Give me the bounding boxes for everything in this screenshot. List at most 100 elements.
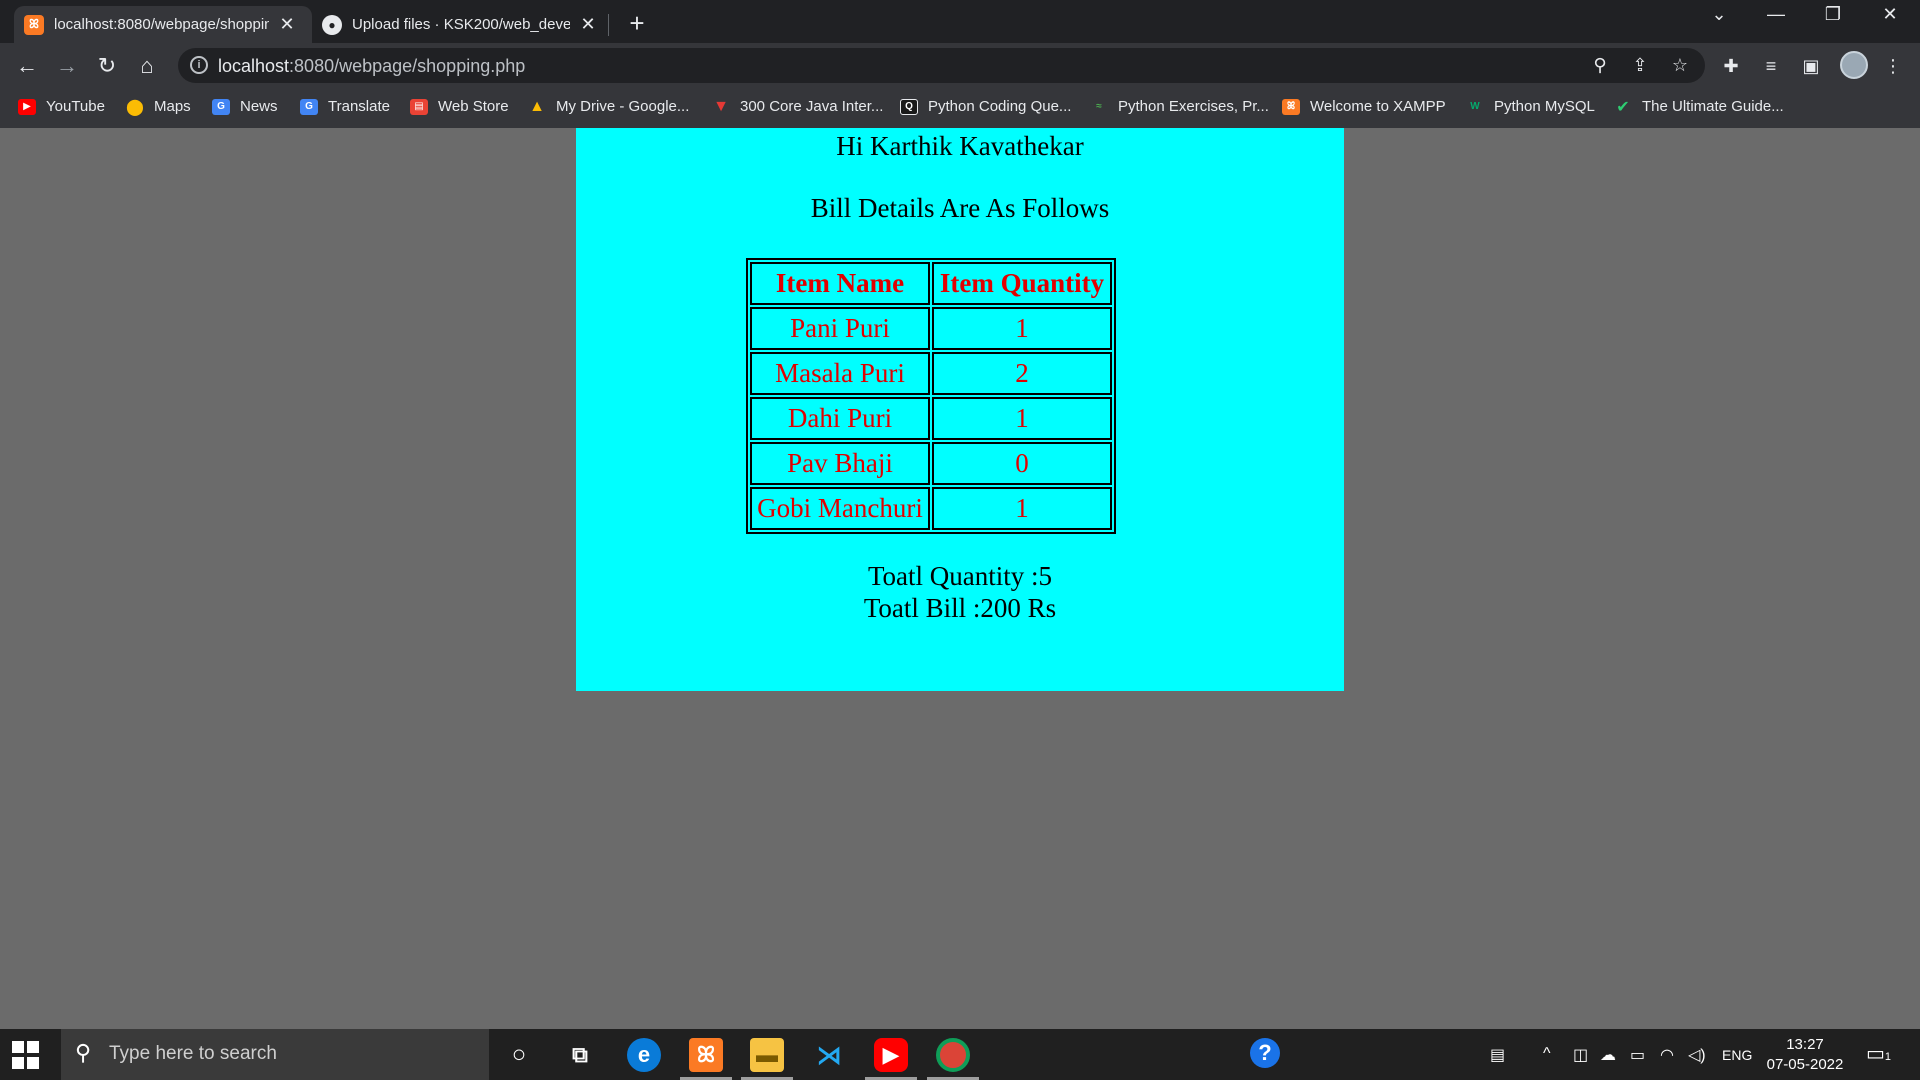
language-indicator[interactable]: ENG	[1722, 1047, 1752, 1063]
media-queue-icon[interactable]: ≡	[1758, 56, 1784, 77]
minimize-icon[interactable]: —	[1754, 4, 1798, 25]
w3schools-icon: W	[1470, 101, 1480, 112]
reload-icon[interactable]: ↻	[92, 51, 122, 81]
help-icon[interactable]: ?	[1250, 1038, 1280, 1068]
youtube-icon: ▶	[18, 98, 36, 115]
news-icon: G	[212, 98, 230, 115]
item-quantity-cell: 1	[932, 397, 1112, 440]
battery-icon[interactable]: ▭	[1630, 1045, 1645, 1065]
bookmark-label: Welcome to XAMPP	[1310, 98, 1446, 115]
bookmark-xampp[interactable]: ꕤ Welcome to XAMPP	[1282, 98, 1446, 115]
bookmark-java[interactable]: ▼ 300 Core Java Inter...	[712, 97, 884, 116]
bookmark-maps[interactable]: ⬤ Maps	[126, 98, 191, 116]
cortana-icon[interactable]: ○	[502, 1038, 536, 1072]
side-panel-icon[interactable]: ▣	[1798, 56, 1824, 77]
item-name-cell: Gobi Manchuri	[750, 487, 930, 530]
greeting-text: Hi Karthik Kavathekar	[836, 131, 1084, 161]
bookmark-star-icon[interactable]: ☆	[1668, 55, 1692, 76]
search-icon: ⚲	[75, 1040, 92, 1065]
profile-avatar[interactable]	[1840, 51, 1868, 79]
forward-icon[interactable]: →	[52, 51, 82, 81]
bookmark-news[interactable]: G News	[212, 98, 278, 115]
volume-icon[interactable]: ◁)	[1688, 1045, 1706, 1065]
close-tab-icon[interactable]: ✕	[578, 14, 598, 35]
youtube-app-icon[interactable]: ▶	[874, 1038, 908, 1072]
bookmark-label: 300 Core Java Inter...	[740, 98, 884, 115]
bookmark-webstore[interactable]: ▤ Web Store	[410, 98, 509, 115]
bookmark-label: Maps	[154, 98, 191, 115]
close-tab-icon[interactable]: ✕	[277, 14, 297, 35]
address-text[interactable]: localhost:8080/webpage/shopping.php	[218, 56, 525, 77]
show-hidden-icons-icon[interactable]: ^	[1543, 1045, 1551, 1063]
task-view-icon[interactable]: ⧉	[563, 1038, 597, 1072]
total-quantity: Toatl Quantity :5	[867, 561, 1053, 591]
item-name-cell: Masala Puri	[750, 352, 930, 395]
bookmark-drive[interactable]: ▲ My Drive - Google...	[528, 97, 690, 116]
bookmark-python-coding[interactable]: Q Python Coding Que...	[900, 98, 1071, 115]
clock-date: 07-05-2022	[1766, 1056, 1844, 1073]
site-info-icon[interactable]: i	[190, 56, 208, 74]
totals-block: Toatl Quantity :5 Toatl Bill :200 Rs	[576, 560, 1344, 624]
tab-search-icon[interactable]: ⌄	[1697, 4, 1741, 25]
vscode-icon[interactable]: ⋊	[812, 1038, 846, 1072]
item-quantity-cell: 0	[932, 442, 1112, 485]
notification-count: 1	[1884, 1051, 1892, 1063]
tab-title: Upload files · KSK200/web_development	[352, 16, 570, 33]
file-explorer-icon[interactable]: ▬	[750, 1038, 784, 1072]
bookmark-youtube[interactable]: ▶ YouTube	[18, 98, 105, 115]
extensions-icon[interactable]: ✚	[1718, 56, 1744, 77]
column-header-item-name: Item Name	[750, 262, 930, 305]
news-widget-icon[interactable]: ▤	[1490, 1045, 1505, 1065]
table-header-row: Item Name Item Quantity	[750, 262, 1112, 305]
tab-divider	[608, 14, 609, 36]
w3-icon: ≈	[1096, 101, 1102, 112]
notification-icon[interactable]: ▭1	[1866, 1041, 1891, 1066]
address-path: :8080/webpage/shopping.php	[289, 56, 526, 76]
item-quantity-cell: 2	[932, 352, 1112, 395]
bookmark-ultimate-guide[interactable]: ✔ The Ultimate Guide...	[1614, 98, 1783, 116]
meet-now-icon[interactable]: ◫	[1573, 1045, 1588, 1065]
drive-icon: ▲	[529, 97, 545, 115]
edge-icon[interactable]: e	[627, 1038, 661, 1072]
column-header-item-quantity: Item Quantity	[932, 262, 1112, 305]
browser-toolbar: ← → ↻ ⌂ i localhost:8080/webpage/shoppin…	[0, 43, 1920, 88]
item-quantity-cell: 1	[932, 487, 1112, 530]
q-icon: Q	[900, 98, 918, 115]
back-icon[interactable]: ←	[12, 51, 42, 81]
java-icon: ▼	[713, 97, 729, 115]
maps-icon: ⬤	[126, 98, 144, 116]
bookmark-python-exercises[interactable]: ≈ Python Exercises, Pr...	[1090, 98, 1269, 115]
home-icon[interactable]: ⌂	[132, 51, 162, 81]
bookmark-translate[interactable]: G Translate	[300, 98, 390, 115]
tab-shopping[interactable]: ꕤ localhost:8080/webpage/shopping.php ✕	[14, 6, 312, 43]
new-tab-button[interactable]: +	[622, 8, 652, 39]
tab-github[interactable]: ● Upload files · KSK200/web_development …	[312, 6, 608, 43]
chrome-icon[interactable]	[936, 1038, 970, 1072]
bookmark-label: News	[240, 98, 278, 115]
total-bill: Toatl Bill :200 Rs	[863, 593, 1057, 623]
system-clock[interactable]: 13:27 07-05-2022	[1760, 1035, 1850, 1075]
zoom-icon[interactable]: ⚲	[1588, 55, 1612, 76]
bill-panel: Hi Karthik Kavathekar Bill Details Are A…	[576, 128, 1344, 691]
item-name-cell: Pav Bhaji	[750, 442, 930, 485]
close-window-icon[interactable]: ✕	[1868, 4, 1912, 25]
windows-taskbar: ⚲ Type here to search ○ ⧉ e ꕤ ▬ ⋊ ▶ ? ▤ …	[0, 1029, 1920, 1080]
bookmark-label: Python MySQL	[1494, 98, 1595, 115]
xampp-icon[interactable]: ꕤ	[689, 1038, 723, 1072]
bill-heading: Bill Details Are As Follows	[810, 193, 1110, 223]
onedrive-icon[interactable]: ☁	[1600, 1045, 1616, 1065]
share-icon[interactable]: ⇪	[1628, 55, 1652, 76]
translate-icon: G	[300, 98, 318, 115]
search-placeholder: Type here to search	[109, 1043, 277, 1064]
bookmark-label: My Drive - Google...	[556, 98, 690, 115]
xampp-icon: ꕤ	[1282, 98, 1300, 115]
wifi-icon[interactable]: ◠	[1660, 1045, 1674, 1065]
windows-start-icon[interactable]	[12, 1041, 40, 1069]
restore-icon[interactable]: ❐	[1811, 4, 1855, 25]
github-icon: ●	[322, 14, 342, 35]
bookmark-python-mysql[interactable]: W Python MySQL	[1466, 98, 1595, 115]
address-bar[interactable]: i localhost:8080/webpage/shopping.php ⚲ …	[178, 48, 1705, 83]
bookmark-label: Python Coding Que...	[928, 98, 1072, 115]
menu-icon[interactable]: ⋮	[1880, 56, 1906, 77]
taskbar-search[interactable]: ⚲ Type here to search	[61, 1029, 489, 1080]
